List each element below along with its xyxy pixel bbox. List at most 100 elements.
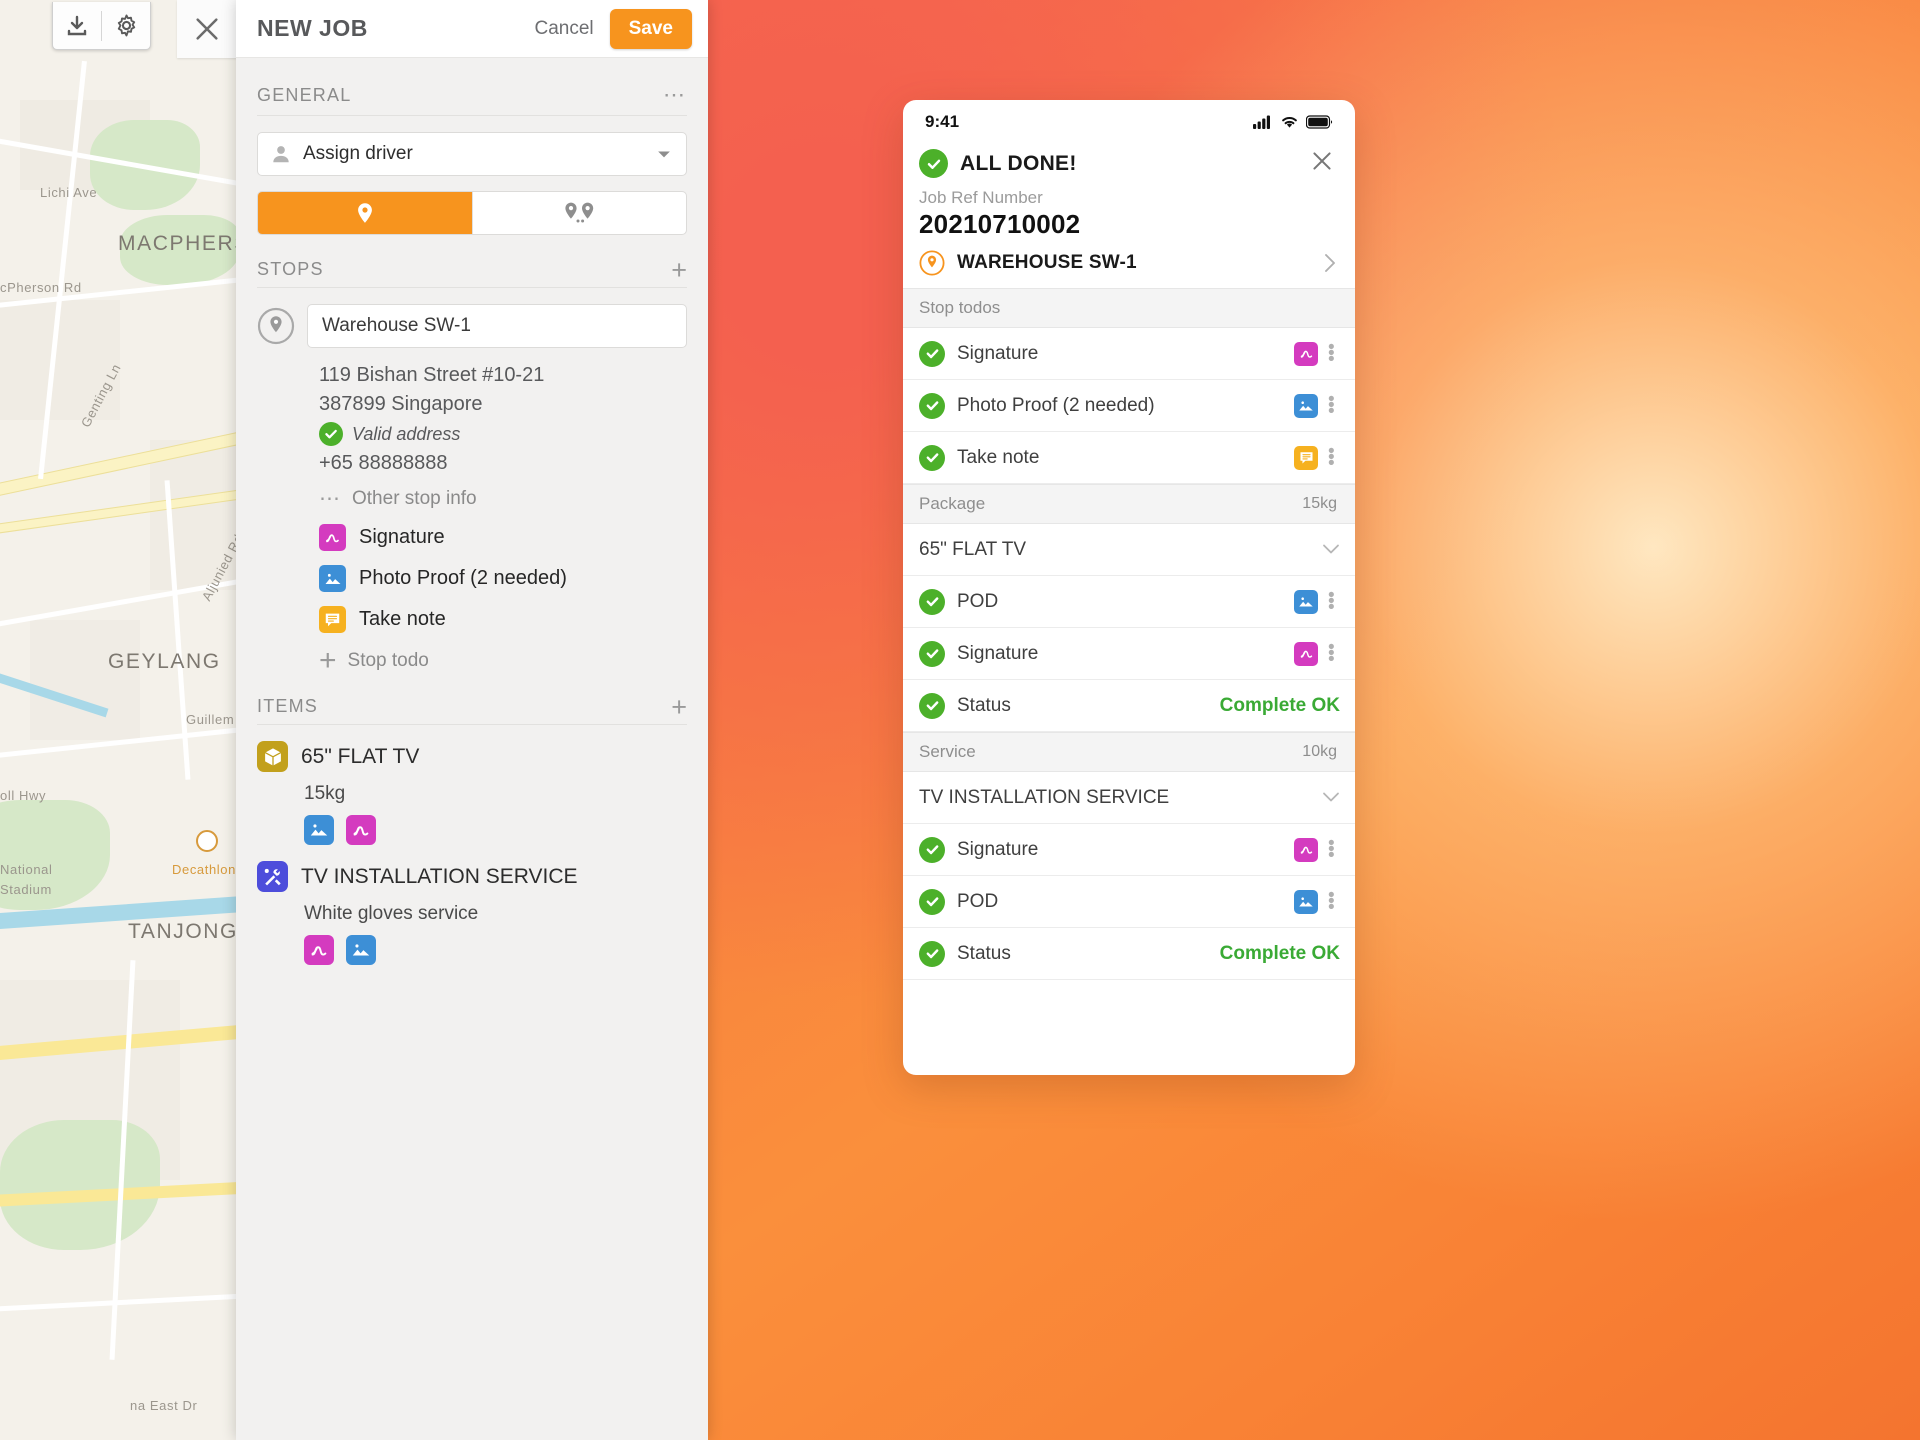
gear-icon (117, 14, 135, 37)
row-menu-button[interactable]: • • • (1318, 390, 1340, 421)
row-menu-button[interactable]: • • • (1318, 834, 1340, 865)
signature-icon (1294, 837, 1318, 862)
map-poi-marker[interactable] (196, 830, 218, 852)
signature-icon (1294, 341, 1318, 366)
todo-status-row[interactable]: Take note • • • (903, 432, 1355, 484)
item-name: 65" FLAT TV (301, 744, 420, 768)
other-stop-info-button[interactable]: ⋯ Other stop info (319, 488, 687, 510)
items-section-header: ITEMS + (257, 672, 687, 725)
add-stop-button[interactable]: + (671, 256, 687, 283)
map-label: cPherson Rd (0, 280, 82, 295)
chevron-down-icon[interactable] (1322, 788, 1340, 808)
signature-icon (1294, 641, 1318, 666)
stop-todo-item[interactable]: Photo Proof (2 needed) (319, 565, 687, 592)
photo-icon (1294, 589, 1318, 614)
todo-status-row[interactable]: POD • • • (903, 876, 1355, 928)
chevron-down-icon[interactable] (654, 144, 674, 164)
stop-todo-item[interactable]: Take note (319, 606, 687, 633)
chevron-down-icon[interactable] (1322, 540, 1340, 560)
chevron-right-icon (1325, 254, 1335, 272)
job-ref-value: 20210710002 (919, 209, 1081, 239)
photo-icon (1294, 889, 1318, 914)
stop-mode-toggle (257, 191, 687, 235)
row-menu-button[interactable]: • • • (1318, 338, 1340, 369)
add-stop-todo-label: Stop todo (347, 650, 429, 671)
close-panel-button[interactable] (177, 0, 237, 58)
package-icon (257, 741, 288, 772)
todo-status-row[interactable]: Signature • • • (903, 328, 1355, 380)
add-item-button[interactable]: + (671, 693, 687, 720)
items-list: 65" FLAT TV 15kg TV INSTALLATION SERVICE Wh… (257, 741, 687, 965)
check-icon (919, 836, 945, 863)
cancel-button[interactable]: Cancel (534, 18, 593, 40)
row-menu-button[interactable]: • • • (1318, 638, 1340, 669)
group-weight: 15kg (1302, 495, 1337, 512)
map-label: Lichi Ave (40, 185, 98, 200)
item-subtitle: White gloves service (304, 903, 479, 924)
warehouse-row[interactable]: WAREHOUSE SW-1 (903, 240, 1355, 288)
close-icon (1313, 152, 1331, 170)
assign-driver-select[interactable]: Assign driver (257, 132, 687, 176)
item-todo-icons (304, 815, 687, 845)
warehouse-name: WAREHOUSE SW-1 (957, 252, 1137, 273)
item-entry[interactable]: TV INSTALLATION SERVICE White gloves serv… (257, 861, 687, 965)
group-item-row[interactable]: TV INSTALLATION SERVICE (903, 772, 1355, 824)
map-toolbar (52, 2, 151, 50)
row-label: Photo Proof (2 needed) (957, 394, 1155, 416)
download-button[interactable] (53, 2, 101, 49)
todo-status-row[interactable]: Photo Proof (2 needed) • • • (903, 380, 1355, 432)
ellipsis-icon[interactable]: ⋯ (663, 82, 687, 108)
map-label: oll Hwy (0, 788, 47, 803)
signature-icon (304, 935, 334, 965)
photo-icon (346, 935, 376, 965)
group-item-row[interactable]: 65" FLAT TV (903, 524, 1355, 576)
item-entry[interactable]: 65" FLAT TV 15kg (257, 741, 687, 845)
general-section-title: GENERAL (257, 84, 352, 105)
check-icon (919, 588, 945, 615)
todo-status-row[interactable]: Status Complete OK (903, 680, 1355, 732)
stop-row: Warehouse SW-1 (257, 304, 687, 348)
close-notification-button[interactable] (1309, 148, 1335, 179)
photo-icon (1294, 393, 1318, 418)
todo-status-row[interactable]: Status Complete OK (903, 928, 1355, 980)
todo-status-row[interactable]: POD • • • (903, 576, 1355, 628)
stop-todo-list: Signature Photo Proof (2 needed) Take note (319, 524, 687, 633)
check-icon (919, 692, 945, 719)
check-icon (919, 149, 948, 178)
note-icon (319, 606, 346, 633)
group-title: Package (919, 494, 986, 513)
group-title: Service (919, 742, 976, 761)
new-job-panel: NEW JOB Cancel Save GENERAL ⋯ Assign dri… (236, 0, 708, 1440)
plus-icon: + (319, 644, 337, 677)
row-menu-button[interactable]: • • • (1318, 886, 1340, 917)
row-menu-button[interactable]: • • • (1318, 442, 1340, 473)
phone-groups: Stop todos Signature • • • Photo Proof (2 nee… (903, 288, 1355, 980)
map-label: na East Dr (130, 1398, 198, 1413)
group-weight: 10kg (1302, 743, 1337, 760)
item-subtitle: 15kg (304, 783, 346, 804)
map-label: GEYLANG (108, 650, 221, 673)
row-label: Signature (957, 342, 1039, 364)
status-bar-time: 9:41 (925, 112, 960, 131)
check-icon (919, 640, 945, 667)
todo-status-row[interactable]: Signature • • • (903, 824, 1355, 876)
row-menu-button[interactable]: • • • (1318, 586, 1340, 617)
map-label: TANJONG (128, 920, 238, 943)
item-todo-icons (304, 935, 687, 965)
add-stop-todo-button[interactable]: + Stop todo (319, 644, 687, 677)
single-stop-mode-button[interactable] (258, 192, 472, 234)
general-section-header: GENERAL ⋯ (257, 58, 687, 116)
multi-stop-mode-button[interactable] (471, 192, 687, 234)
stop-name-input[interactable]: Warehouse SW-1 (307, 304, 687, 348)
address-line-2: 387899 Singapore (319, 393, 483, 415)
close-icon (195, 18, 218, 40)
todo-status-row[interactable]: Signature • • • (903, 628, 1355, 680)
status-bar-icons (1253, 115, 1333, 129)
group-header: Package 15kg (903, 484, 1355, 524)
group-item-title: 65" FLAT TV (919, 538, 1027, 560)
save-button[interactable]: Save (609, 8, 692, 49)
stop-todo-item[interactable]: Signature (319, 524, 687, 551)
panel-body: GENERAL ⋯ Assign driver STOPS + Warehous… (236, 58, 708, 1440)
settings-button[interactable] (102, 2, 150, 49)
map-label: Decathlon (172, 862, 236, 877)
